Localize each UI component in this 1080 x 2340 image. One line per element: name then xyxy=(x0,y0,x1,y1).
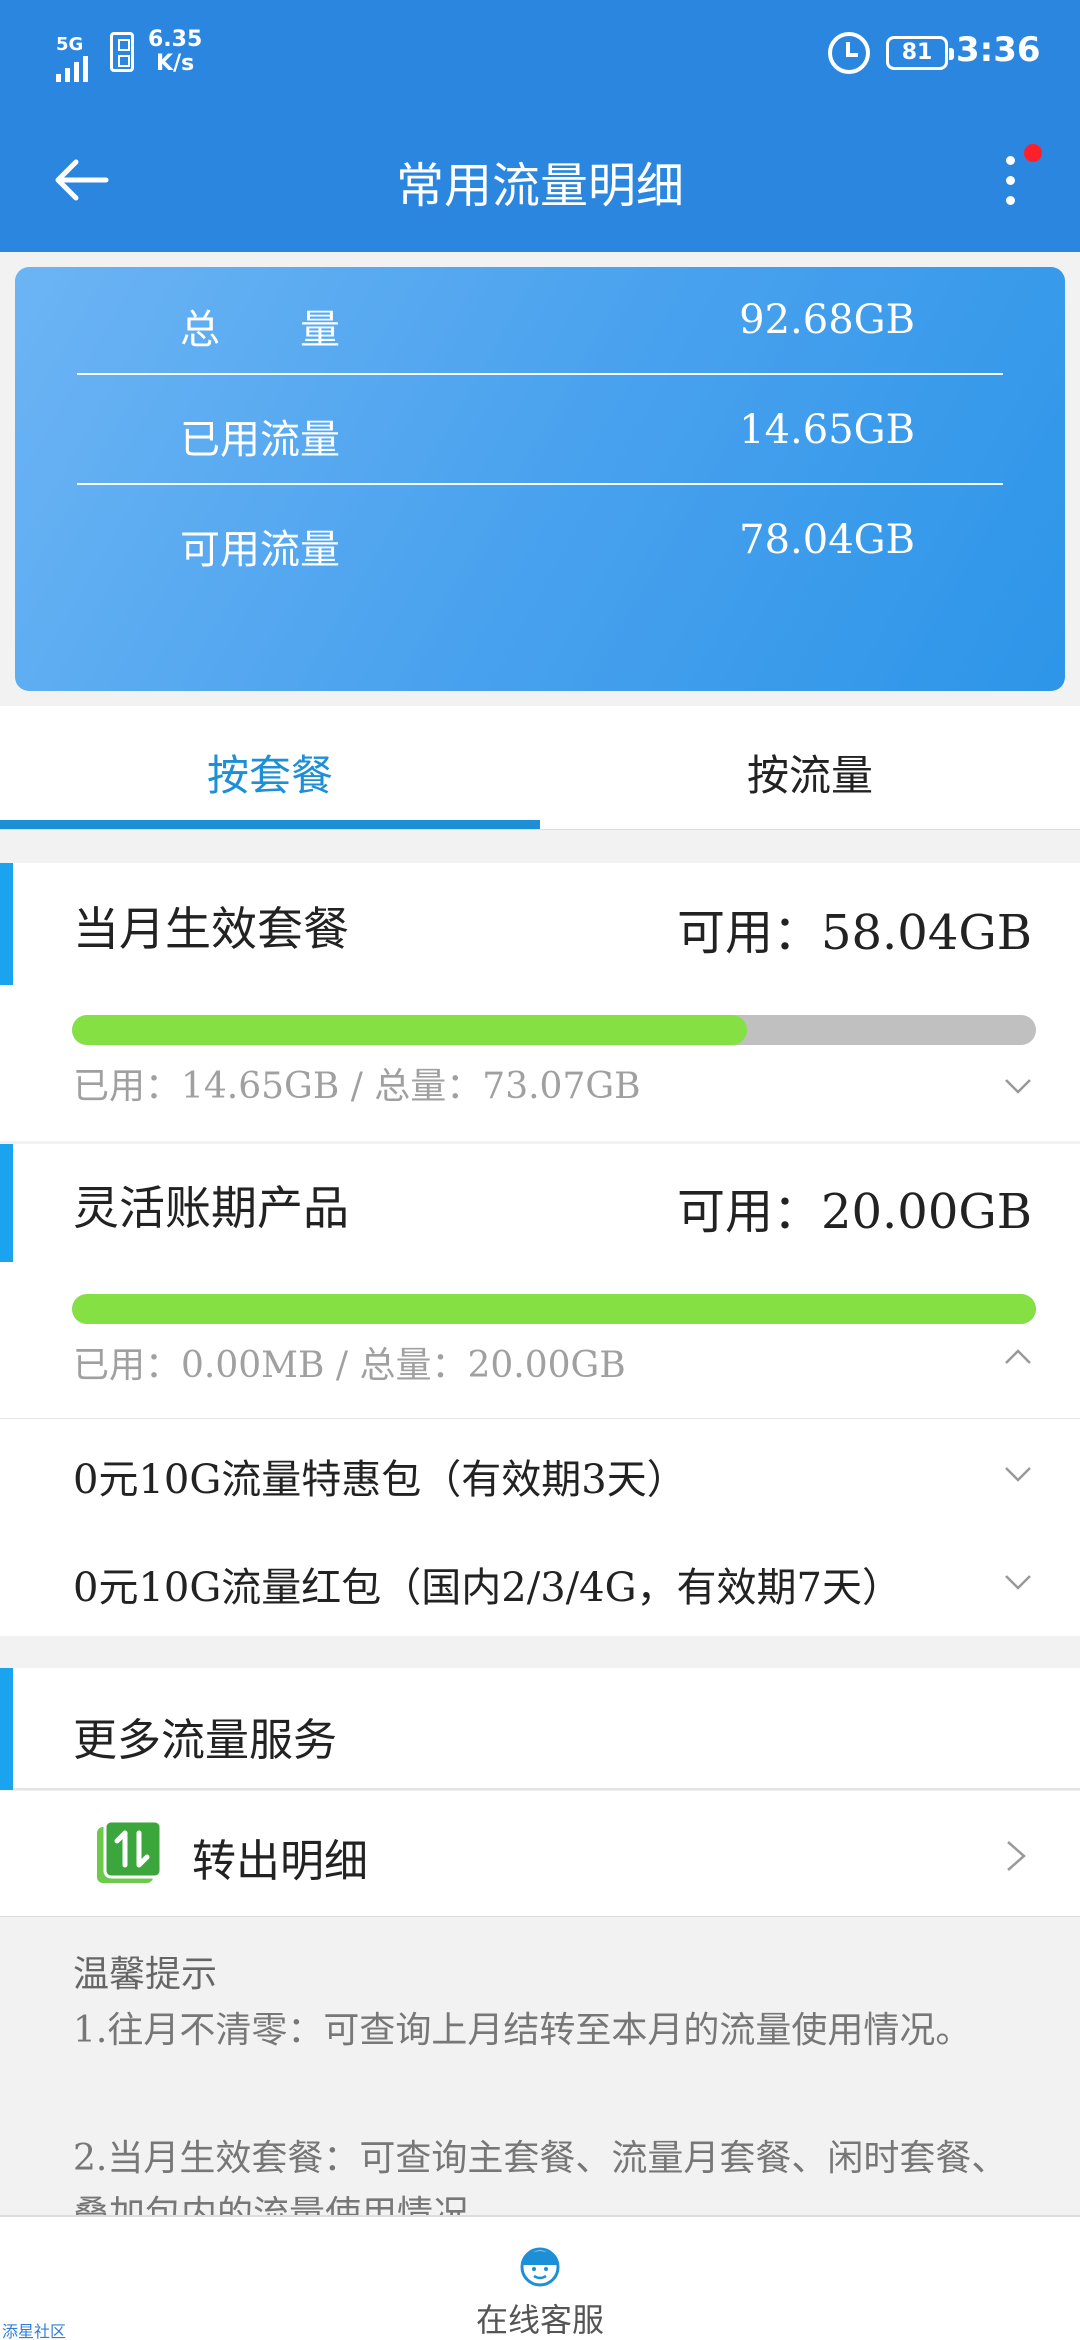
tip-text: 2.当月生效套餐：可查询主套餐、流量月套餐、闲时套餐、叠加包内的流量使用情况。 xyxy=(73,2138,1008,2217)
chevron-right-icon xyxy=(1007,1841,1026,1871)
sim-icon xyxy=(110,32,134,72)
customer-service-bar[interactable]: 在线客服 xyxy=(0,2215,1080,2340)
tip-text: 1.往月不清零：可查询上月结转至本月的流量使用情况。 xyxy=(73,2010,972,2051)
chevron-down-icon[interactable] xyxy=(1003,1567,1033,1597)
package-sub-list: 0元10G流量特惠包（有效期3天） 0元10G流量红包（国内2/3/4G，有效期… xyxy=(0,1418,1080,1636)
more-menu-icon[interactable] xyxy=(990,150,1030,210)
transfer-details-row[interactable]: 转出明细 xyxy=(0,1791,1080,1917)
chevron-up-icon[interactable] xyxy=(1003,1342,1033,1372)
summary-label: 已用流量 xyxy=(180,417,340,463)
summary-value: 78.04GB xyxy=(739,517,915,563)
summary-label: 总 量 xyxy=(180,307,340,353)
tab-bar: 按套餐 按流量 xyxy=(0,706,1080,830)
watermark-text: 添星社区 xyxy=(2,2322,67,2340)
speed-unit: K/s xyxy=(156,51,195,76)
transfer-icon xyxy=(97,1819,163,1883)
tab-indicator xyxy=(0,820,540,829)
summary-value: 14.65GB xyxy=(739,407,915,453)
progress-fill xyxy=(72,1294,1036,1324)
summary-label: 可用流量 xyxy=(180,527,340,573)
chevron-down-icon[interactable] xyxy=(1003,1459,1033,1489)
alarm-icon xyxy=(828,32,870,74)
list-item[interactable]: 0元10G流量红包（国内2/3/4G，有效期7天） xyxy=(73,1555,902,1613)
section-accent xyxy=(0,863,13,985)
data-summary-card: 总 量 92.68GB 已用流量 14.65GB 可用流量 78.04GB xyxy=(15,267,1065,691)
usage-text: 已用：14.65GB / 总量：73.07GB xyxy=(73,1066,641,1107)
tab-by-package[interactable]: 按套餐 xyxy=(0,742,540,803)
tab-by-traffic[interactable]: 按流量 xyxy=(540,742,1080,803)
usage-progress-bar xyxy=(72,1015,1036,1045)
section-title: 更多流量服务 xyxy=(73,1715,337,1766)
page-title: 常用流量明细 xyxy=(395,158,684,214)
notification-dot xyxy=(1024,144,1042,162)
progress-fill xyxy=(72,1015,747,1045)
network-speed: 6.35 K/s xyxy=(148,28,202,76)
tips-title: 温馨提示 xyxy=(73,1954,218,1995)
app-header: 5G 6.35 K/s 81 3:36 常用流量明细 xyxy=(0,0,1080,252)
status-time: 3:36 xyxy=(956,30,1041,70)
package-available: 可用：20.00GB xyxy=(676,1184,1032,1240)
tips-section: 温馨提示 1.往月不清零：可查询上月结转至本月的流量使用情况。 2.当月生效套餐… xyxy=(0,1917,1080,2217)
more-services-section: 更多流量服务 xyxy=(0,1668,1080,1790)
usage-text: 已用：0.00MB / 总量：20.00GB xyxy=(73,1345,626,1386)
section-accent xyxy=(0,1668,13,1790)
battery-level: 81 xyxy=(901,40,933,65)
status-bar: 5G 6.35 K/s 81 3:36 xyxy=(0,0,1080,110)
summary-row-available: 可用流量 78.04GB xyxy=(77,487,1003,597)
chevron-down-icon[interactable] xyxy=(1003,1071,1033,1101)
package-card-flexible[interactable]: 灵活账期产品 可用：20.00GB 已用：0.00MB / 总量：20.00GB xyxy=(0,1144,1080,1418)
network-type: 5G xyxy=(56,34,84,55)
package-title: 灵活账期产品 xyxy=(73,1181,349,1235)
customer-service-label: 在线客服 xyxy=(475,2301,604,2339)
divider xyxy=(77,483,1003,485)
customer-service-icon xyxy=(520,2247,560,2287)
speed-value: 6.35 xyxy=(148,27,203,52)
summary-row-total: 总 量 92.68GB xyxy=(77,267,1003,377)
battery-icon: 81 xyxy=(886,36,954,70)
divider xyxy=(77,373,1003,375)
section-accent xyxy=(0,1144,13,1262)
usage-progress-bar xyxy=(72,1294,1036,1324)
package-available: 可用：58.04GB xyxy=(676,905,1032,961)
summary-row-used: 已用流量 14.65GB xyxy=(77,377,1003,487)
summary-value: 92.68GB xyxy=(739,297,915,343)
package-title: 当月生效套餐 xyxy=(73,902,349,956)
package-card-monthly[interactable]: 当月生效套餐 可用：58.04GB 已用：14.65GB / 总量：73.07G… xyxy=(0,863,1080,1141)
transfer-label: 转出明细 xyxy=(192,1836,368,1887)
list-item[interactable]: 0元10G流量特惠包（有效期3天） xyxy=(73,1447,687,1505)
